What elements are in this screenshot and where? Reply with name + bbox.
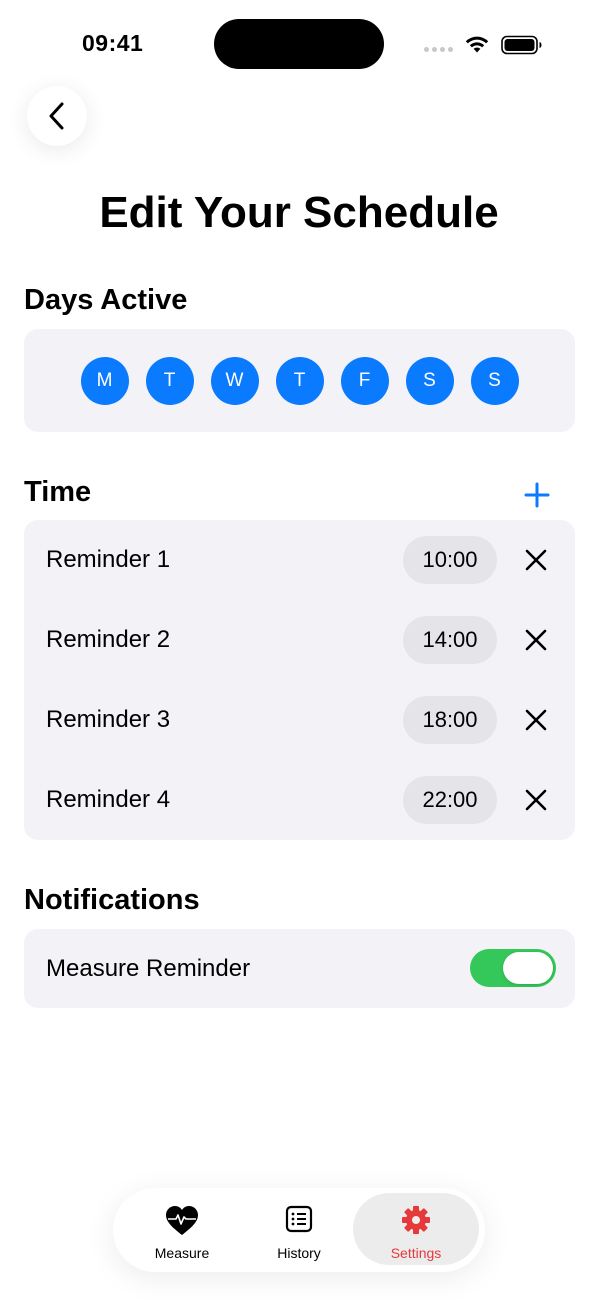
toggle-knob [503,952,553,984]
reminder-time-picker[interactable]: 22:00 [403,776,497,824]
cellular-signal-icon [424,47,453,52]
tab-history-label: History [277,1245,321,1261]
measure-reminder-toggle[interactable] [470,949,556,987]
battery-icon [501,35,542,55]
reminder-row: Reminder 4 22:00 [24,760,575,840]
back-button[interactable] [27,86,87,146]
plus-icon [524,482,550,508]
gear-icon [402,1206,430,1234]
close-icon [525,789,547,811]
page-title: Edit Your Schedule [99,188,499,237]
remove-reminder-button[interactable] [521,785,551,815]
tab-measure-label: Measure [154,1245,210,1261]
reminder-time-picker[interactable]: 14:00 [403,616,497,664]
day-toggle-wednesday[interactable]: W [210,356,259,405]
measure-reminder-label: Measure Reminder [46,954,251,982]
tab-history[interactable]: History [236,1193,362,1265]
remove-reminder-button[interactable] [521,625,551,655]
reminder-row: Reminder 2 14:00 [24,600,575,680]
add-reminder-button[interactable] [520,478,554,512]
days-row: M T W T F S S [24,329,575,432]
status-time: 09:41 [82,30,144,56]
day-toggle-monday[interactable]: M [80,356,129,405]
notifications-title: Notifications [24,884,200,916]
tab-bar: Measure History Settings [113,1188,485,1272]
reminder-label: Reminder 1 [46,546,171,573]
close-icon [525,709,547,731]
day-toggle-sunday[interactable]: S [470,356,519,405]
day-toggle-tuesday[interactable]: T [145,356,194,405]
remove-reminder-button[interactable] [521,545,551,575]
day-toggle-saturday[interactable]: S [405,356,454,405]
reminder-row: Reminder 3 18:00 [24,680,575,760]
reminders-card: Reminder 1 10:00 Reminder 2 14:00 Remind… [24,520,575,840]
days-active-card: M T W T F S S [24,329,575,432]
chevron-left-icon [49,102,64,130]
close-icon [525,629,547,651]
list-icon [285,1205,313,1233]
tab-measure[interactable]: Measure [119,1193,245,1265]
notifications-card: Measure Reminder [24,929,575,1008]
heart-pulse-icon [166,1206,198,1235]
close-icon [525,549,547,571]
wifi-icon [465,36,489,53]
day-toggle-friday[interactable]: F [340,356,389,405]
tab-settings[interactable]: Settings [353,1193,479,1265]
day-toggle-thursday[interactable]: T [275,356,324,405]
days-active-title: Days Active [24,284,188,316]
dynamic-island [214,19,384,69]
reminder-label: Reminder 3 [46,706,171,733]
reminder-time-picker[interactable]: 10:00 [403,536,497,584]
reminder-label: Reminder 4 [46,786,171,813]
tab-settings-label: Settings [390,1245,442,1261]
status-bar: 09:41 [0,0,598,90]
time-title: Time [24,476,92,508]
reminder-time-picker[interactable]: 18:00 [403,696,497,744]
reminder-row: Reminder 1 10:00 [24,520,575,600]
remove-reminder-button[interactable] [521,705,551,735]
reminder-label: Reminder 2 [46,626,171,653]
